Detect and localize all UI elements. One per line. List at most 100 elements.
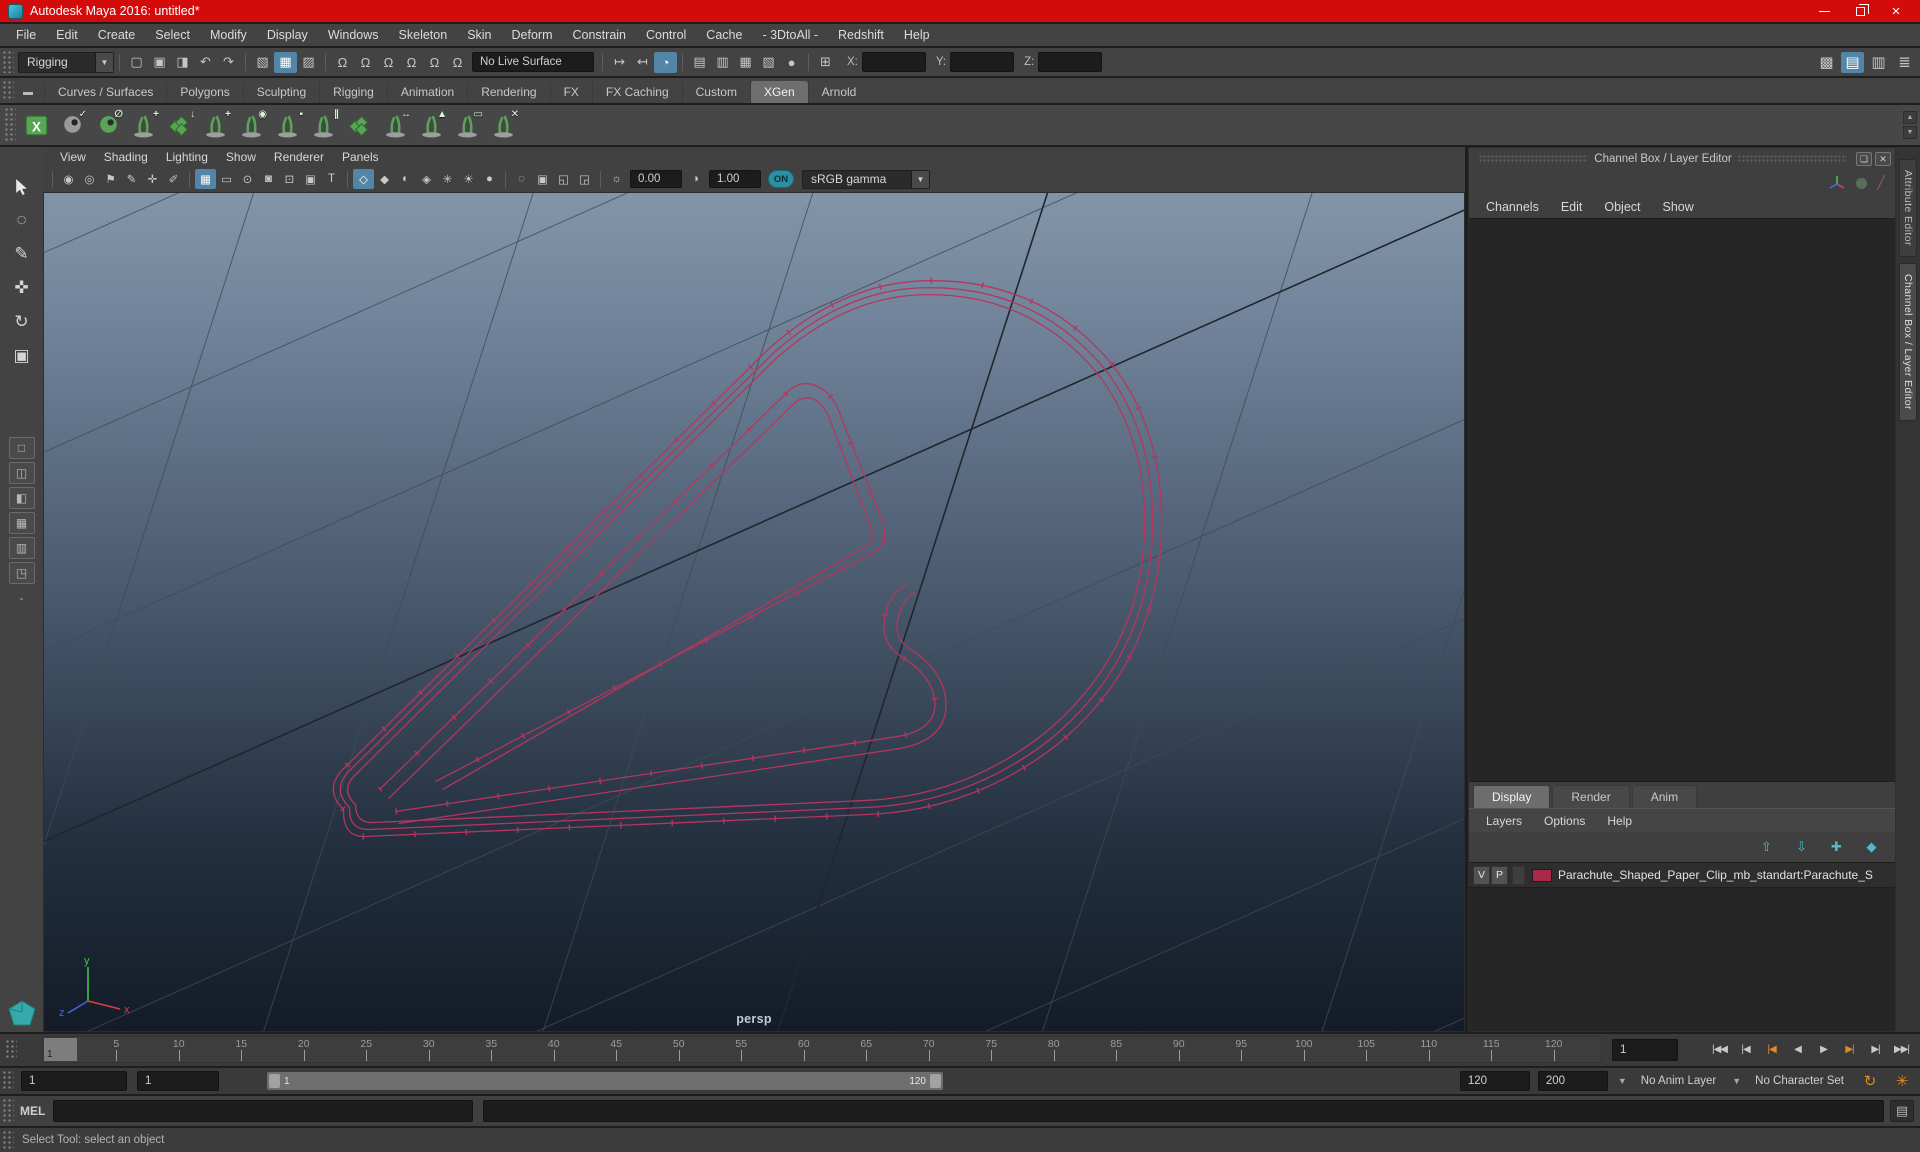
- move-layer-up-icon[interactable]: ⇧: [1755, 837, 1778, 858]
- layer-editor-tab[interactable]: Render: [1552, 785, 1630, 808]
- textured-display-icon[interactable]: ◈: [416, 169, 437, 189]
- move-layer-down-icon[interactable]: ⇩: [1790, 837, 1813, 858]
- menubar-item[interactable]: Display: [257, 24, 318, 46]
- layer-color-swatch[interactable]: [1532, 868, 1552, 882]
- help-grip[interactable]: [3, 1131, 14, 1149]
- select-tool-icon[interactable]: [5, 169, 39, 203]
- new-scene-icon[interactable]: ▢: [125, 52, 148, 73]
- ipr-render-icon[interactable]: ▥: [711, 52, 734, 73]
- select-component-mode-icon[interactable]: ▨: [297, 52, 320, 73]
- open-scene-icon[interactable]: ▣: [148, 52, 171, 73]
- range-end-handle[interactable]: [930, 1074, 941, 1088]
- close-button[interactable]: ×: [1878, 0, 1914, 22]
- shelf-tab[interactable]: Rigging: [319, 81, 387, 103]
- current-frame-marker[interactable]: 1: [44, 1038, 77, 1061]
- sidebar-vertical-tab[interactable]: Attribute Editor: [1899, 159, 1917, 257]
- selection-highlight-icon[interactable]: ◌: [511, 169, 532, 189]
- default-lighting-icon[interactable]: ☀: [458, 169, 479, 189]
- menubar-item[interactable]: File: [6, 24, 46, 46]
- snap-to-points-icon[interactable]: Ω: [377, 52, 400, 73]
- move-tool-icon[interactable]: ✜: [5, 271, 39, 305]
- z-axis-input[interactable]: [1038, 52, 1103, 72]
- shelf-tab[interactable]: XGen: [749, 81, 808, 103]
- menu-set-selector[interactable]: Rigging ▼: [18, 51, 114, 73]
- undo-icon[interactable]: ↶: [194, 52, 217, 73]
- attribute-editor-toggle-icon[interactable]: ▤: [1841, 51, 1864, 73]
- channel-box-menu-item[interactable]: Channels: [1475, 200, 1550, 214]
- three-pane-layout-button[interactable]: ◧: [8, 487, 35, 509]
- menubar-item[interactable]: Windows: [318, 24, 389, 46]
- layout-more-button[interactable]: -: [20, 591, 24, 605]
- no-live-surface-field[interactable]: No Live Surface: [472, 52, 594, 72]
- timeline-grip[interactable]: [6, 1040, 17, 1060]
- shelf-tab[interactable]: Animation: [386, 81, 467, 103]
- wireframe-paperclip[interactable]: .wire{stroke:var(--wire);fill:none;strok…: [44, 193, 1464, 1031]
- four-pane-layout-button[interactable]: ▦: [8, 512, 35, 534]
- viewport-menu-item[interactable]: Shading: [95, 150, 157, 164]
- pop-out-panel-icon[interactable]: ◲: [574, 169, 595, 189]
- layer-name[interactable]: Parachute_Shaped_Paper_Clip_mb_standart:…: [1558, 868, 1873, 882]
- playback-range-bar[interactable]: 1 120: [267, 1072, 943, 1090]
- shelf-collapse-icon[interactable]: ▬: [18, 83, 38, 101]
- range-grip[interactable]: [3, 1071, 14, 1091]
- output-connections-icon[interactable]: ↤: [631, 52, 654, 73]
- layer-editor-menu-item[interactable]: Options: [1533, 814, 1596, 828]
- wireframe-display-icon[interactable]: ◇: [353, 169, 374, 189]
- xgen-toggle-preview-icon[interactable]: X ∅: [91, 108, 125, 142]
- exposure-input[interactable]: 0.00: [630, 170, 682, 188]
- viewport-menu-item[interactable]: View: [51, 150, 95, 164]
- flat-shade-icon[interactable]: ◐: [395, 169, 416, 189]
- menubar-item[interactable]: Cache: [696, 24, 752, 46]
- camera-keys-icon[interactable]: ✛: [142, 169, 163, 189]
- play-backwards-button[interactable]: ◀: [1785, 1037, 1810, 1062]
- lasso-select-tool-icon[interactable]: ◌: [5, 203, 39, 237]
- shadows-icon[interactable]: ●: [479, 169, 500, 189]
- shelf-tab[interactable]: Polygons: [166, 81, 242, 103]
- auto-keyframe-toggle-icon[interactable]: ↻: [1858, 1071, 1882, 1092]
- color-management-toggle[interactable]: ON: [768, 170, 794, 188]
- viewport-canvas[interactable]: .wire{stroke:var(--wire);fill:none;strok…: [43, 192, 1465, 1032]
- object-details-icon[interactable]: ▣: [532, 169, 553, 189]
- xgen-layers-icon[interactable]: X: [343, 108, 377, 142]
- menubar-item[interactable]: Control: [636, 24, 696, 46]
- menubar-item[interactable]: Constrain: [563, 24, 637, 46]
- xgen-lock-curves-icon[interactable]: X ▪: [271, 108, 305, 142]
- character-set-selector[interactable]: No Character Set: [1749, 1071, 1850, 1091]
- field-chart-icon[interactable]: ⊡: [279, 169, 300, 189]
- range-start-handle[interactable]: [269, 1074, 280, 1088]
- two-pane-layout-button[interactable]: ◫: [8, 462, 35, 484]
- xgen-split-curves-icon[interactable]: X ∥: [307, 108, 341, 142]
- layer-playback-toggle[interactable]: P: [1491, 865, 1508, 885]
- channel-box-menu-item[interactable]: Object: [1593, 200, 1651, 214]
- paint-selection-tool-icon[interactable]: ✎: [5, 237, 39, 271]
- scale-tool-icon[interactable]: ▣: [5, 339, 39, 373]
- play-forwards-button[interactable]: ▶: [1811, 1037, 1836, 1062]
- shelf-tab[interactable]: Rendering: [467, 81, 549, 103]
- layer-editor-tab[interactable]: Anim: [1631, 785, 1698, 808]
- shelf-tab[interactable]: Curves / Surfaces: [44, 81, 166, 103]
- animation-start-field[interactable]: 1: [21, 1071, 127, 1091]
- render-current-frame-icon[interactable]: ▤: [688, 52, 711, 73]
- shelf-tab[interactable]: Arnold: [807, 81, 870, 103]
- step-back-frame-button[interactable]: |◀: [1733, 1037, 1758, 1062]
- layer-visibility-toggle[interactable]: V: [1473, 865, 1490, 885]
- layer-editor-tab[interactable]: Display: [1473, 785, 1551, 808]
- shelf-scroll-down-icon[interactable]: ▼: [1903, 126, 1917, 139]
- create-layer-from-selected-icon[interactable]: ◆: [1860, 837, 1883, 858]
- contrast-input[interactable]: 1.00: [709, 170, 761, 188]
- smooth-shade-icon[interactable]: ◆: [374, 169, 395, 189]
- current-frame-field[interactable]: 1: [1612, 1039, 1678, 1061]
- snap-to-grid-icon[interactable]: Ω: [331, 52, 354, 73]
- layer-editor-menu-item[interactable]: Layers: [1475, 814, 1533, 828]
- xgen-select-curves-icon[interactable]: X ▲: [415, 108, 449, 142]
- playback-end-field[interactable]: 120: [1459, 1071, 1530, 1091]
- layer-editor-menu-item[interactable]: Help: [1596, 814, 1643, 828]
- step-back-key-button[interactable]: |◀: [1759, 1037, 1784, 1062]
- safe-title-icon[interactable]: T: [321, 169, 342, 189]
- menubar-item[interactable]: Select: [145, 24, 200, 46]
- use-all-lights-icon[interactable]: ✳: [437, 169, 458, 189]
- float-panel-icon[interactable]: ❏: [1856, 152, 1873, 166]
- safe-action-icon[interactable]: ▣: [300, 169, 321, 189]
- xgen-delete-curves-icon[interactable]: X ✕: [487, 108, 521, 142]
- menubar-item[interactable]: Skeleton: [389, 24, 458, 46]
